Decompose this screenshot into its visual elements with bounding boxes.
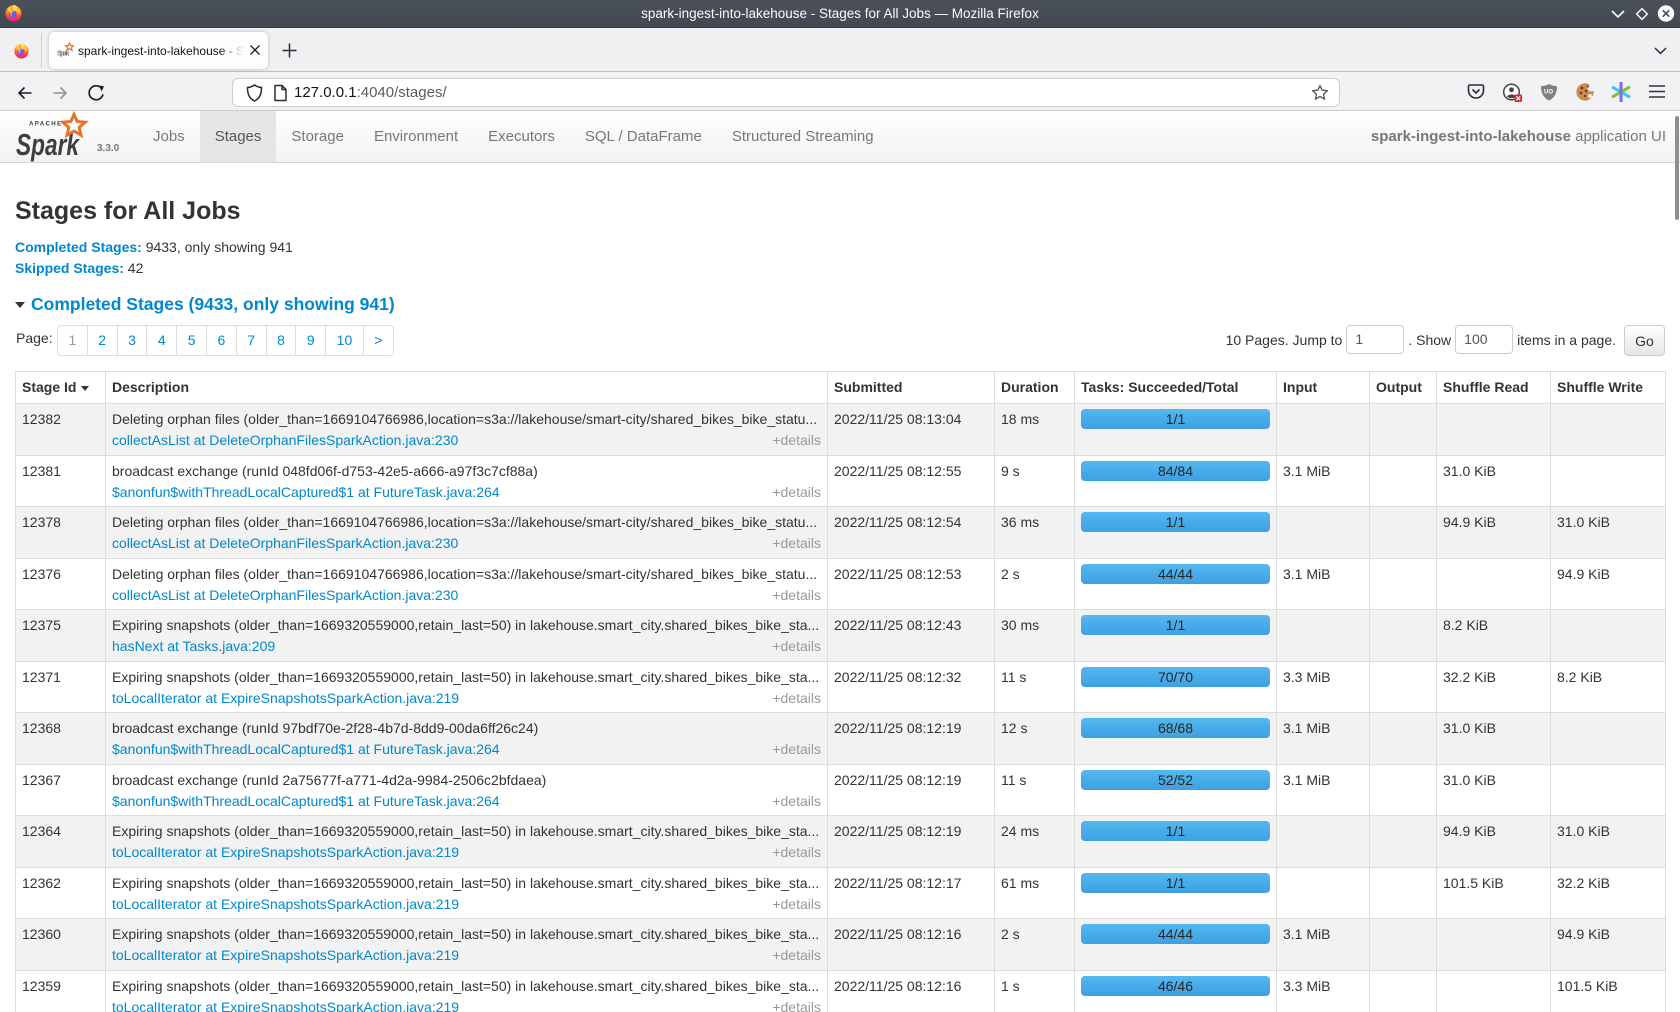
svg-text:UO: UO [1544, 90, 1553, 96]
